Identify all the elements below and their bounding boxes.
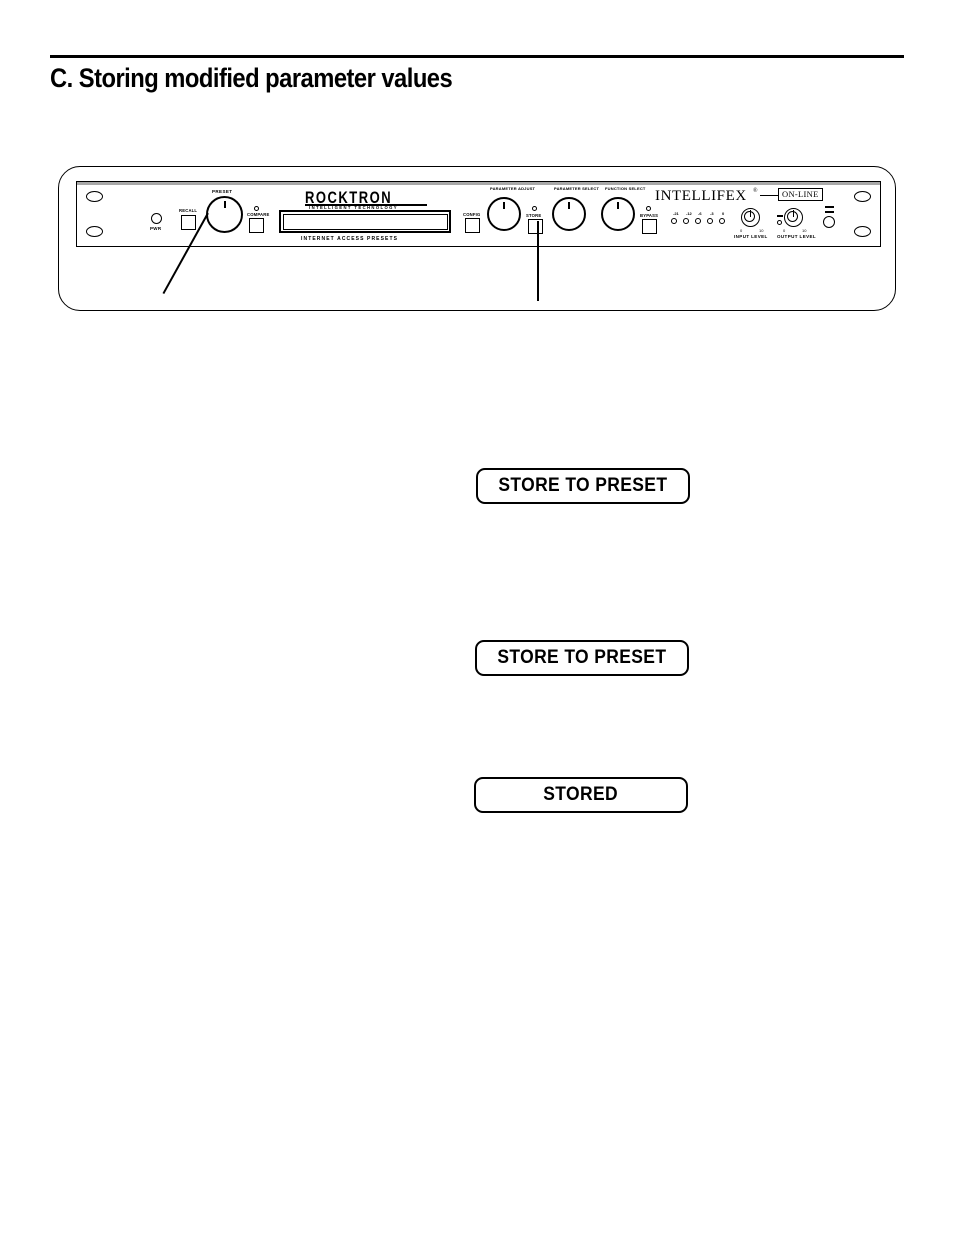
rack-mount-hole: [86, 226, 103, 237]
front-panel-faceplate: PWR RECALL PRESET COMPARE ROCKTRON INTEL…: [76, 181, 881, 247]
output-level-knob[interactable]: [784, 208, 803, 227]
output-level-tick-min: 0: [783, 228, 786, 233]
config-button[interactable]: [465, 218, 480, 233]
lcd-message-box-3: STORED: [474, 777, 688, 813]
preset-knob-pointer: [223, 201, 226, 208]
preset-knob-label: PRESET: [212, 189, 233, 194]
meter-scale-label: -21: [673, 211, 679, 216]
rack-mount-hole: [86, 191, 103, 202]
bypass-led: [646, 206, 651, 211]
faceplate-top-edge: [77, 182, 880, 185]
jack-tick-upper: [825, 206, 834, 208]
meter-led: [695, 218, 701, 224]
meter-scale-label: -12: [686, 211, 692, 216]
rack-mount-hole: [854, 226, 871, 237]
parameter-adjust-label: PARAMETER ADJUST: [490, 186, 536, 191]
power-jack-icon: [151, 213, 162, 224]
device-diagram-frame: PWR RECALL PRESET COMPARE ROCKTRON INTEL…: [58, 166, 896, 311]
config-label: CONFIG: [463, 212, 481, 217]
parameter-adjust-knob[interactable]: [487, 197, 521, 231]
lcd-message-box-2: STORE TO PRESET: [475, 640, 689, 676]
jack-tick-lower: [825, 211, 834, 213]
output-jack: [823, 216, 835, 228]
function-select-knob[interactable]: [601, 197, 635, 231]
meter-led: [707, 218, 713, 224]
input-level-pointer: [750, 210, 752, 217]
meter-scale-label: -6: [698, 211, 702, 216]
recall-label: RECALL: [179, 208, 198, 213]
recall-button[interactable]: [181, 215, 196, 230]
display-caption: INTERNET ACCESS PRESETS: [301, 236, 399, 242]
function-select-label: FUNCTION SELECT: [605, 186, 646, 191]
lcd-message-text: STORE TO PRESET: [497, 647, 667, 668]
function-select-knob-pointer: [617, 202, 619, 209]
input-level-label: INPUT LEVEL: [734, 234, 768, 239]
online-badge: ON-LINE: [778, 188, 823, 201]
parameter-select-knob-pointer: [568, 202, 570, 209]
parameter-adjust-knob-pointer: [503, 202, 505, 209]
lcd-display-inner: [282, 213, 448, 230]
lcd-message-box-1: STORE TO PRESET: [476, 468, 690, 504]
store-button-callout-line: [537, 221, 539, 301]
store-button[interactable]: [528, 219, 543, 234]
meter-scale-label: 0: [722, 211, 725, 216]
power-label: PWR: [150, 226, 162, 231]
meter-led: [671, 218, 677, 224]
output-level-pointer: [793, 210, 795, 217]
input-level-tick-min: 0: [740, 228, 743, 233]
preset-knob[interactable]: [206, 196, 243, 233]
input-level-knob[interactable]: [741, 208, 760, 227]
store-label: STORE: [526, 213, 542, 218]
compare-button[interactable]: [249, 218, 264, 233]
store-led: [532, 206, 537, 211]
output-level-tick-max: 10: [802, 228, 807, 233]
online-connector-line: [760, 195, 778, 197]
bypass-label: BYPASS: [640, 213, 659, 218]
output-level-led: [777, 220, 782, 225]
output-level-label: OUTPUT LEVEL: [777, 234, 817, 239]
input-level-tick-max: 10: [759, 228, 764, 233]
output-level-indicator-mark: [777, 215, 783, 217]
registered-mark: ®: [753, 188, 758, 194]
meter-scale-label: -3: [710, 211, 714, 216]
lcd-message-text: STORED: [543, 784, 619, 805]
model-wordmark: INTELLIFEX: [655, 188, 747, 204]
compare-led: [254, 206, 259, 211]
page-title: C. Storing modified parameter values: [50, 63, 453, 93]
meter-led: [719, 218, 725, 224]
meter-led: [683, 218, 689, 224]
lcd-display: [279, 210, 451, 233]
rack-mount-hole: [854, 191, 871, 202]
parameter-select-label: PARAMETER SELECT: [554, 186, 600, 191]
parameter-select-knob[interactable]: [552, 197, 586, 231]
heading-rule: [50, 55, 904, 58]
compare-label: COMPARE: [247, 212, 270, 217]
bypass-button[interactable]: [642, 219, 657, 234]
lcd-message-text: STORE TO PRESET: [498, 475, 668, 496]
